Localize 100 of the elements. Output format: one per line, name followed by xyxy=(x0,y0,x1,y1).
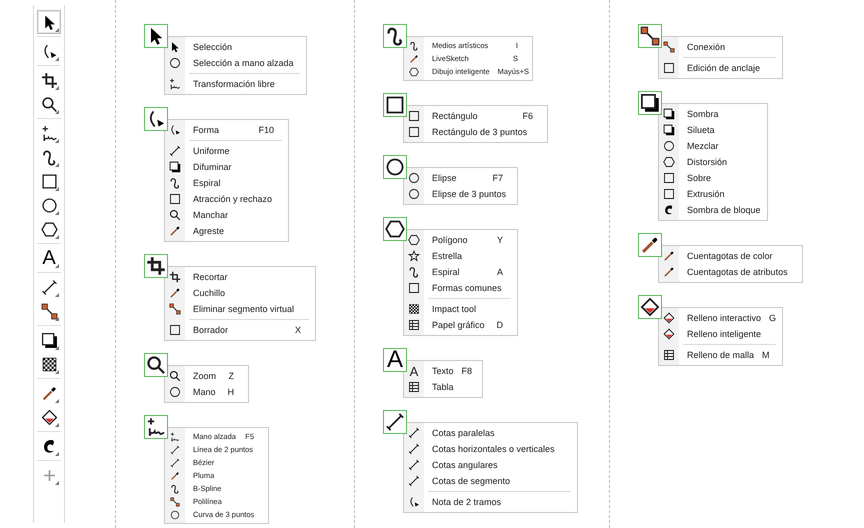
menu-item[interactable]: Mano H xyxy=(165,384,248,400)
hexagon-icon xyxy=(385,219,405,239)
menu-item[interactable]: Borrador X xyxy=(165,322,315,338)
menu-item[interactable]: Elipse de 3 puntos xyxy=(404,186,517,202)
menu-item[interactable]: Forma F10 xyxy=(165,122,288,138)
circle-icon xyxy=(40,196,58,214)
menu-item[interactable]: Silueta xyxy=(659,122,767,138)
circle-icon xyxy=(408,172,420,184)
menu-item[interactable]: Conexión xyxy=(659,39,782,55)
paint-bucket-icon xyxy=(40,408,58,426)
tool-button[interactable] xyxy=(383,93,407,117)
menu-item[interactable]: Extrusión xyxy=(659,186,767,202)
menu-item[interactable]: Estrella xyxy=(404,248,517,264)
menu-item[interactable]: Relleno de malla M xyxy=(659,347,782,363)
tool-button[interactable] xyxy=(383,410,407,434)
menu-item[interactable]: Mezclar xyxy=(659,138,767,154)
tool-button[interactable] xyxy=(383,24,407,48)
tool-button[interactable]: A xyxy=(37,246,61,270)
paint-bucket-icon xyxy=(663,312,675,324)
menu-item[interactable]: Formas comunes xyxy=(404,280,517,296)
square-icon xyxy=(169,324,181,336)
menu-item[interactable]: Atracción y rechazo xyxy=(165,191,288,207)
tool-button[interactable] xyxy=(638,24,662,48)
menu-item[interactable]: Papel gráfico D xyxy=(404,317,517,333)
menu-item[interactable]: Impact tool xyxy=(404,301,517,317)
dimension-icon xyxy=(408,475,420,487)
dimension-icon xyxy=(40,278,58,296)
connector-icon xyxy=(663,41,675,53)
menu-item[interactable]: Manchar xyxy=(165,207,288,223)
shadow-icon xyxy=(169,161,181,173)
shadow-icon xyxy=(663,108,675,120)
tool-button[interactable] xyxy=(144,24,168,48)
checker-icon xyxy=(408,303,420,315)
freehand-icon xyxy=(40,124,58,142)
menu-item[interactable]: Cotas angulares xyxy=(404,457,577,473)
menu-item[interactable]: Cotas de segmento xyxy=(404,473,577,489)
tool-button[interactable] xyxy=(383,217,407,241)
dimension-icon xyxy=(408,443,420,455)
menu-item[interactable]: Sombra de bloque xyxy=(659,202,767,218)
menu-item[interactable]: Cotas horizontales o verticales xyxy=(404,441,577,457)
menu-item[interactable]: Sobre xyxy=(659,170,767,186)
menu-item[interactable]: Rectángulo de 3 puntos xyxy=(404,124,547,140)
dimension-icon xyxy=(408,459,420,471)
tool-button[interactable] xyxy=(144,415,168,439)
tool-button[interactable] xyxy=(37,10,61,34)
square-icon xyxy=(40,172,58,190)
curl-icon xyxy=(385,26,405,46)
square-icon xyxy=(408,126,420,138)
swirl-icon xyxy=(663,204,675,216)
circle-icon xyxy=(408,188,420,200)
tool-button[interactable] xyxy=(638,295,662,319)
menu-item[interactable]: Uniforme xyxy=(165,143,288,159)
dimension-icon xyxy=(385,412,405,432)
shape-node-icon xyxy=(408,496,420,508)
menu-item[interactable]: Espiral A xyxy=(404,264,517,280)
tool-button[interactable] xyxy=(144,107,168,131)
square-icon xyxy=(169,193,181,205)
tool-button[interactable] xyxy=(638,91,662,115)
eyedropper-icon xyxy=(640,235,660,255)
menu-item[interactable]: Rectángulo F6 xyxy=(404,108,547,124)
menu-item[interactable]: Distorsión xyxy=(659,154,767,170)
menu-item[interactable]: Cuentagotas de color xyxy=(659,248,802,264)
tool-button[interactable] xyxy=(383,155,407,179)
tool-button[interactable]: A xyxy=(383,348,407,372)
menu-item[interactable]: Polígono Y xyxy=(404,232,517,248)
magnifier-icon xyxy=(169,370,181,382)
menu-item[interactable]: Agreste xyxy=(165,223,288,239)
circle-icon xyxy=(169,57,181,69)
menu-item[interactable]: A Texto F8 xyxy=(404,363,482,379)
menu-item[interactable]: Difuminar xyxy=(165,159,288,175)
hexagon-icon xyxy=(409,66,419,76)
menu-item[interactable]: Cuentagotas de atributos xyxy=(659,264,802,280)
menu-item[interactable]: Nota de 2 tramos xyxy=(404,494,577,510)
menu-item[interactable]: Selección xyxy=(165,39,306,55)
menu-item[interactable]: Transformación libre xyxy=(165,76,306,92)
tool-button[interactable] xyxy=(144,353,168,377)
menu-item[interactable]: Zoom Z xyxy=(165,368,248,384)
eyedropper-icon xyxy=(40,384,58,402)
menu-item[interactable]: Edición de anclaje xyxy=(659,60,782,76)
eyedropper-icon xyxy=(169,287,181,299)
curl-icon xyxy=(408,266,420,278)
tool-button[interactable] xyxy=(144,254,168,278)
crop-icon xyxy=(40,72,58,88)
shadow-icon xyxy=(640,93,660,113)
menu-item[interactable]: Tabla xyxy=(404,379,482,395)
menu-item[interactable]: Selección a mano alzada xyxy=(165,55,306,71)
tool-button[interactable] xyxy=(638,233,662,257)
crop-icon xyxy=(146,256,166,276)
menu-item[interactable]: Cuchillo xyxy=(165,285,315,301)
menu-item[interactable]: Elipse F7 xyxy=(404,170,517,186)
menu-item[interactable]: Eliminar segmento virtual xyxy=(165,301,315,317)
menu-item[interactable]: Relleno interactivo G xyxy=(659,310,782,326)
magnifier-icon xyxy=(40,96,58,112)
menu-item[interactable]: Cotas paralelas xyxy=(404,425,577,441)
menu-item[interactable]: Sombra xyxy=(659,106,767,122)
menu-item[interactable]: Espiral xyxy=(165,175,288,191)
shape-node-icon xyxy=(169,124,181,136)
menu-item[interactable]: Relleno inteligente xyxy=(659,326,782,342)
menu-item[interactable]: Recortar xyxy=(165,269,315,285)
circle-icon xyxy=(170,510,180,520)
